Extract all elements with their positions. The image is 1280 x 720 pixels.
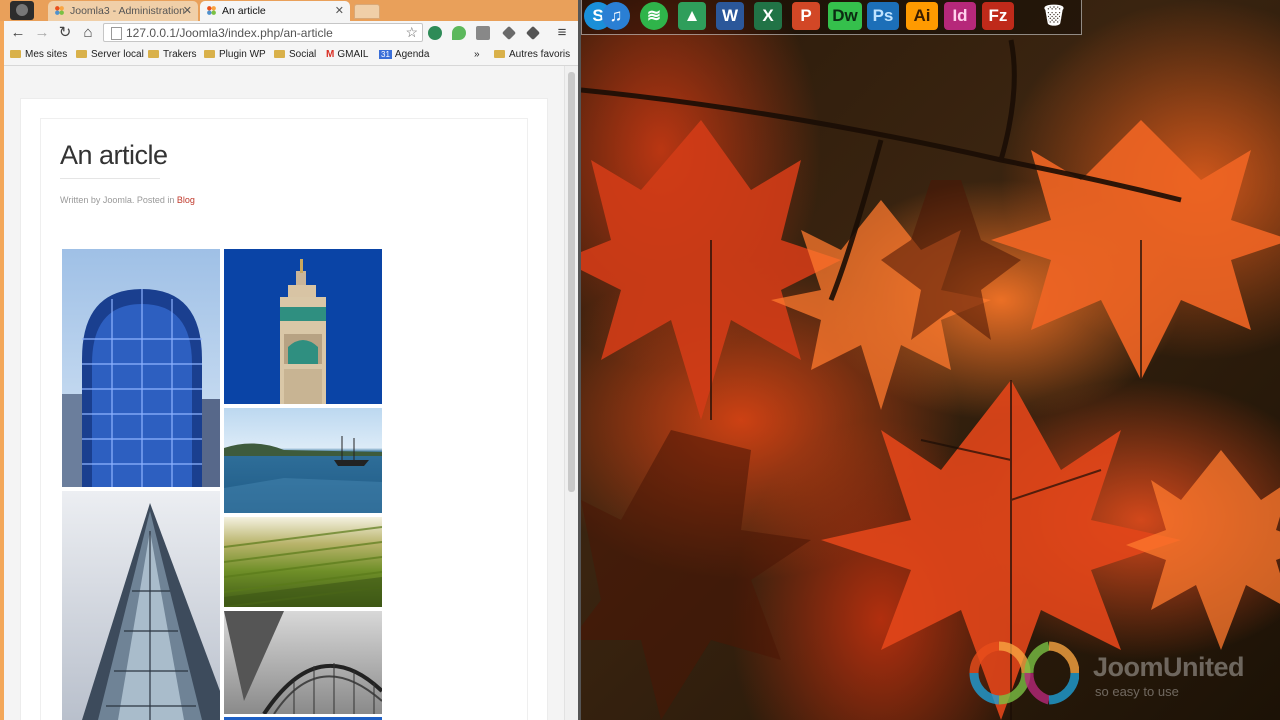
folder-icon <box>494 50 505 58</box>
gallery-image-mossy-roof[interactable] <box>224 517 382 607</box>
reload-icon[interactable]: ↻ <box>57 25 73 41</box>
calendar-icon: 31 <box>379 50 392 59</box>
bookmark-server-local[interactable]: Server local <box>76 49 144 60</box>
address-text: 127.0.0.1/Joomla3/index.php/an-article <box>126 26 333 40</box>
joomunited-watermark: JoomUnited so easy to use <box>969 638 1279 708</box>
menu-icon[interactable]: ≡ <box>554 25 570 41</box>
gmail-icon: M <box>326 49 335 60</box>
bookmark-star-icon[interactable]: ☆ <box>405 24 418 41</box>
scrollbar-thumb[interactable] <box>568 72 575 492</box>
folder-icon <box>10 50 21 58</box>
page-viewport: An article Written by Joomla. Posted in … <box>4 66 578 720</box>
back-arrow-icon[interactable]: ← <box>10 25 26 41</box>
tab-an-article[interactable]: An article ✕ <box>200 1 350 21</box>
dreamweaver-icon[interactable]: Dw <box>828 2 862 30</box>
excel-icon[interactable]: X <box>754 2 782 30</box>
tab-label: An article <box>222 5 266 17</box>
article-meta: Written by Joomla. Posted in Blog <box>60 195 195 205</box>
spire-illustration <box>82 503 220 720</box>
google-drive-icon[interactable]: ▲ <box>678 2 706 30</box>
browser-toolbar: ← → ↻ ⌂ 127.0.0.1/Joomla3/index.php/an-a… <box>4 21 578 46</box>
brand-tagline: so easy to use <box>1095 684 1179 699</box>
bridge-illustration <box>224 611 382 714</box>
extension-adblock-icon[interactable] <box>428 26 442 40</box>
desktop-wallpaper: S ♫ ≋ ▲ W X P Dw Ps Ai Id Fz 🗑 JoomUnite… <box>581 0 1280 720</box>
itunes-icon[interactable]: ♫ <box>602 2 630 30</box>
bookmark-trakers[interactable]: Trakers <box>148 49 197 60</box>
bookmark-social[interactable]: Social <box>274 49 316 60</box>
tower-illustration <box>62 289 220 487</box>
brand-name: JoomUnited <box>1093 652 1245 682</box>
category-link[interactable]: Blog <box>177 195 195 205</box>
extension-evernote-icon[interactable] <box>452 26 466 40</box>
word-icon[interactable]: W <box>716 2 744 30</box>
article-title: An article <box>60 140 168 170</box>
page-icon <box>111 27 122 40</box>
joomla-icon <box>207 6 216 15</box>
folder-icon <box>204 50 215 58</box>
vertical-scrollbar[interactable] <box>564 66 578 720</box>
bookmark-gmail[interactable]: M GMAIL <box>326 49 368 60</box>
recycle-bin-icon[interactable]: 🗑 <box>1040 2 1068 30</box>
desktop-app-dock: S ♫ ≋ ▲ W X P Dw Ps Ai Id Fz 🗑 <box>581 0 1082 35</box>
user-avatar-icon[interactable] <box>10 1 34 20</box>
bookmark-mes-sites[interactable]: Mes sites <box>10 49 67 60</box>
gallery-image-blue-glass-tower[interactable] <box>62 249 220 487</box>
extension-tool-icon[interactable] <box>501 25 517 41</box>
forward-arrow-icon[interactable]: → <box>34 25 50 41</box>
gallery-image-minaret-tower[interactable] <box>224 249 382 404</box>
home-icon[interactable]: ⌂ <box>80 25 96 41</box>
tab-joomla-admin[interactable]: Joomla3 - Administration ✕ <box>48 1 198 21</box>
bookmark-agenda[interactable]: 31 Agenda <box>379 49 429 60</box>
maple-leaves-wallpaper <box>581 39 1280 720</box>
joomla-icon <box>55 6 64 15</box>
tab-close-icon[interactable]: ✕ <box>335 4 344 17</box>
moss-roof-illustration <box>224 526 382 607</box>
powerpoint-icon[interactable]: P <box>792 2 820 30</box>
tab-close-icon[interactable]: ✕ <box>183 4 192 17</box>
folder-icon <box>148 50 159 58</box>
bookmark-autres-favoris[interactable]: Autres favoris <box>494 49 570 60</box>
indesign-icon[interactable]: Id <box>944 2 976 30</box>
gallery-image-glass-spire[interactable] <box>62 491 220 720</box>
sailboat-illustration <box>224 436 382 513</box>
extension-recycle-icon[interactable] <box>476 26 490 40</box>
photoshop-icon[interactable]: Ps <box>867 2 899 30</box>
address-bar[interactable]: 127.0.0.1/Joomla3/index.php/an-article ☆ <box>103 23 423 42</box>
folder-icon <box>274 50 285 58</box>
gallery-image-steel-arch-bridge[interactable] <box>224 611 382 714</box>
bookmarks-overflow-button[interactable]: » <box>474 49 480 60</box>
tab-strip: Joomla3 - Administration ✕ An article ✕ <box>0 0 578 21</box>
gallery-image-sailboat-bay[interactable] <box>224 408 382 513</box>
illustrator-icon[interactable]: Ai <box>906 2 938 30</box>
new-tab-button[interactable] <box>354 4 380 19</box>
minaret-illustration <box>280 259 326 404</box>
extension-layers-icon[interactable] <box>525 25 541 41</box>
bookmark-plugin-wp[interactable]: Plugin WP <box>204 49 266 60</box>
spotify-icon[interactable]: ≋ <box>640 2 668 30</box>
tab-label: Joomla3 - Administration <box>70 5 185 17</box>
browser-window: Joomla3 - Administration ✕ An article ✕ … <box>0 0 578 720</box>
article-byline: Written by Joomla. Posted in <box>60 195 177 205</box>
joomunited-logo-icon <box>969 641 1080 705</box>
filezilla-icon[interactable]: Fz <box>982 2 1014 30</box>
folder-icon <box>76 50 87 58</box>
bookmarks-bar: Mes sites Server local Trakers Plugin WP… <box>4 46 578 66</box>
title-underline <box>60 178 160 179</box>
